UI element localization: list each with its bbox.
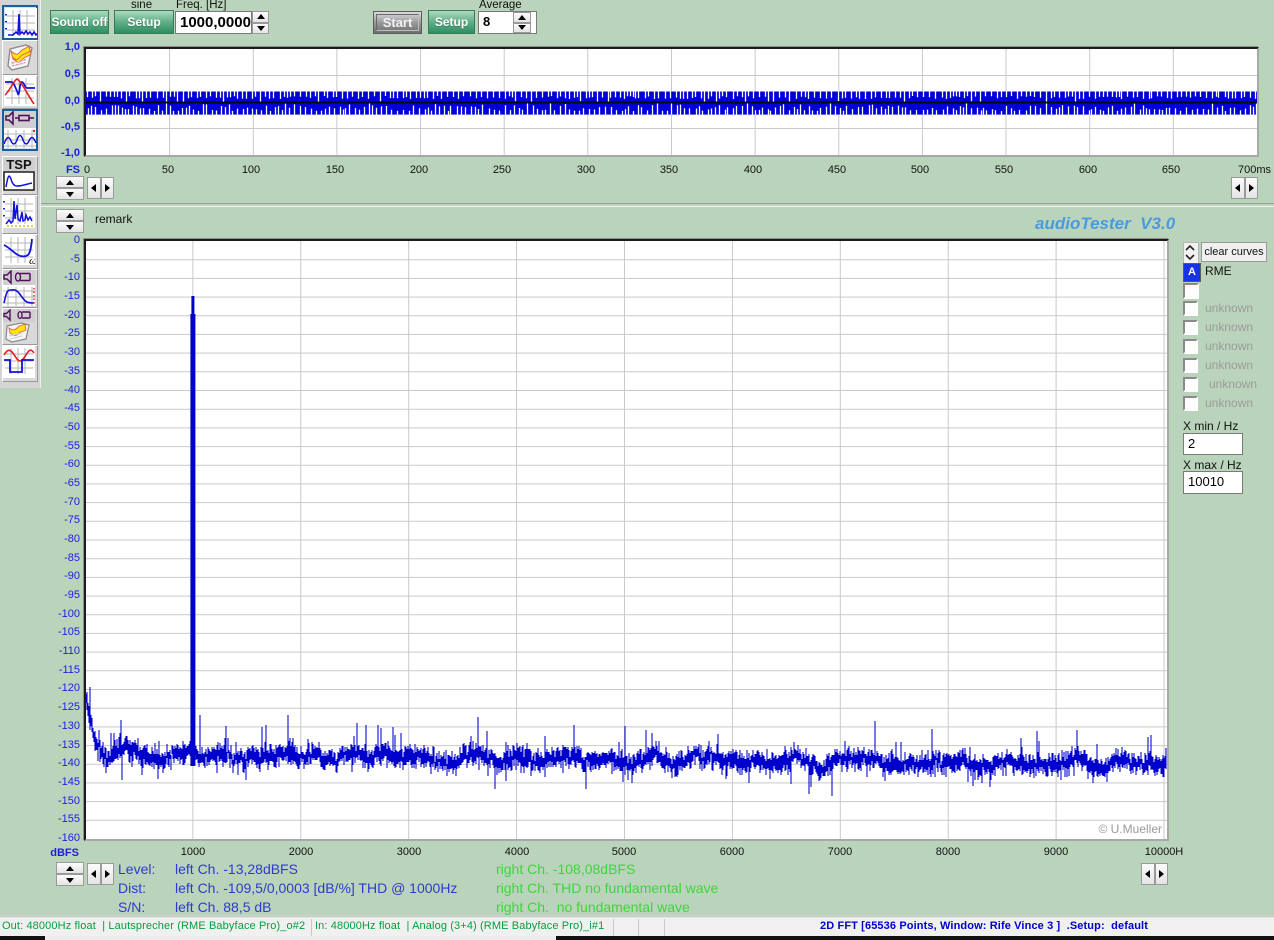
svg-text:TSP: TSP <box>6 157 32 172</box>
